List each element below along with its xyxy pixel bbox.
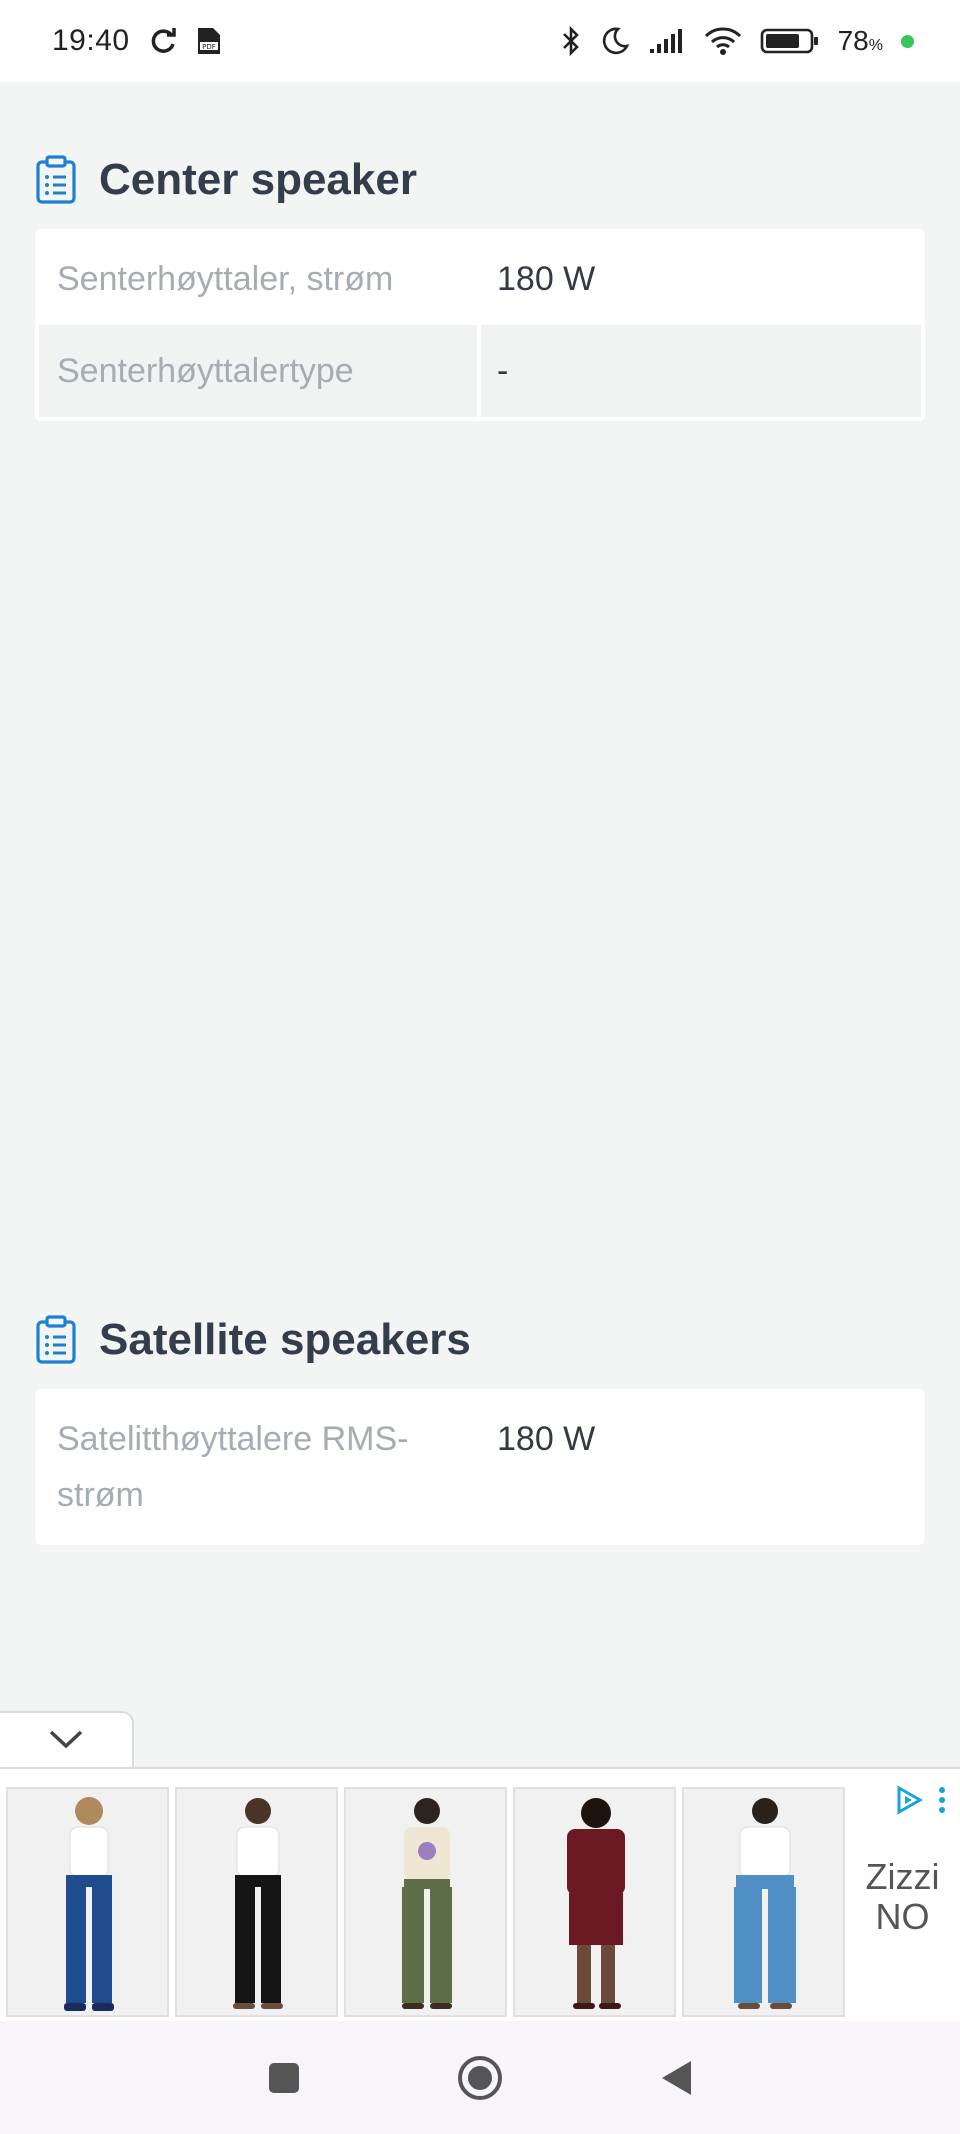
ad-brand-name[interactable]: Zizzi NO	[845, 1857, 960, 1937]
ad-product-list	[6, 1787, 845, 2017]
home-button[interactable]	[450, 2048, 510, 2108]
recents-button[interactable]	[254, 2048, 314, 2108]
spec-table: Satelitthøyttalere RMS-strøm 180 W	[35, 1389, 925, 1545]
section-header: Satellite speakers	[35, 1305, 925, 1375]
battery-percentage: 78%	[837, 25, 883, 56]
ad-product-image[interactable]	[513, 1787, 676, 2017]
svg-text:PDF: PDF	[202, 43, 216, 51]
spec-row: Satelitthøyttalere RMS-strøm 180 W	[39, 1393, 921, 1541]
spec-value: 180 W	[497, 260, 596, 298]
spec-value: -	[497, 352, 509, 390]
ad-collapse-button[interactable]	[0, 1711, 134, 1769]
back-triangle-icon	[662, 2060, 691, 2095]
more-options-icon[interactable]	[938, 1785, 946, 1820]
wifi-icon	[704, 26, 742, 56]
signal-icon	[648, 27, 686, 55]
ad-controls	[894, 1785, 946, 1820]
section-title: Satellite speakers	[99, 1315, 471, 1364]
sync-icon	[148, 26, 178, 56]
adchoices-icon[interactable]	[894, 1785, 924, 1820]
chevron-down-icon	[47, 1727, 85, 1756]
spec-table: Senterhøyttaler, strøm 180 W Senterhøytt…	[35, 229, 925, 421]
square-icon	[269, 2062, 299, 2093]
spec-label: Senterhøyttalertype	[39, 325, 481, 417]
ad-product-image[interactable]	[175, 1787, 338, 2017]
spec-row: Senterhøyttalertype -	[39, 325, 921, 417]
spec-value: 180 W	[497, 1420, 596, 1458]
status-bar: 19:40 PDF 78%	[0, 0, 960, 82]
system-nav-bar	[0, 2021, 960, 2134]
back-button[interactable]	[646, 2048, 706, 2108]
battery-icon	[760, 26, 820, 56]
spec-row: Senterhøyttaler, strøm 180 W	[39, 233, 921, 325]
spec-label: Senterhøyttaler, strøm	[57, 260, 394, 298]
circle-icon	[458, 2055, 502, 2100]
spec-label: Satelitthøyttalere RMS-strøm	[57, 1420, 409, 1514]
bluetooth-icon	[560, 25, 582, 57]
section-center-speaker: Center speaker Senterhøyttaler, strøm 18…	[35, 145, 925, 421]
section-satellite-speakers: Satellite speakers Satelitthøyttalere RM…	[35, 1305, 925, 1545]
ad-product-image[interactable]	[6, 1787, 169, 2017]
status-time: 19:40	[52, 24, 130, 57]
clipboard-list-icon	[35, 1315, 77, 1365]
ad-banner[interactable]: Zizzi NO	[0, 1769, 960, 2021]
clipboard-list-icon	[35, 155, 77, 205]
ad-product-image[interactable]	[682, 1787, 845, 2017]
pdf-icon: PDF	[196, 26, 222, 56]
privacy-dot	[901, 34, 914, 48]
section-header: Center speaker	[35, 145, 925, 215]
section-title: Center speaker	[99, 155, 417, 204]
moon-icon	[600, 26, 630, 56]
ad-product-image[interactable]	[344, 1787, 507, 2017]
